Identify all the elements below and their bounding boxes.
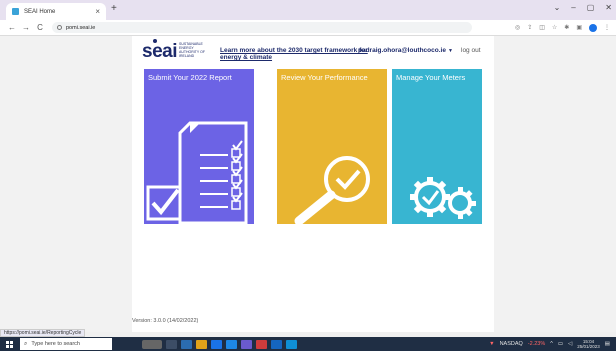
minimize-button[interactable]: – [571,3,575,12]
address-text: pomi.seai.ie [66,24,96,31]
menu-dots-icon[interactable]: ⋮ [604,24,610,31]
app-red-icon[interactable] [256,339,267,349]
back-button[interactable]: ← [6,23,18,32]
page-viewport: seai SUSTAINABLE ENERGY AUTHORITY OF IRE… [0,36,616,332]
logout-link[interactable]: log out [461,47,481,54]
taskbar-weather-widget[interactable] [142,339,162,349]
window-controls: ⌄ – ▢ ✕ [554,3,612,12]
review-performance-label: Review Your Performance [281,73,368,82]
toolbar-icons: ◎ ⇪ ◫ ☆ ✱ ▣ ⋮ [515,23,610,32]
notification-icon[interactable]: ▤ [605,341,610,347]
clock-date: 25/01/2023 [577,344,600,349]
tab-close-icon[interactable]: × [95,7,100,16]
tab-search-icon[interactable]: ⌄ [554,3,561,12]
windows-taskbar: ⌕ Type here to search ▼ NASDAQ -2.23% ^ … [0,337,616,351]
browser-tab[interactable]: SEAI Home × [6,3,106,20]
task-view-icon[interactable] [166,339,177,349]
user-menu[interactable]: padraig.ohora@louthcoco.ie ▼ [358,47,453,54]
learn-more-link[interactable]: Learn more about the 2030 target framewo… [220,47,370,61]
submit-report-tile[interactable]: Submit Your 2022 Report [144,69,254,224]
report-checklist-icon [146,121,248,224]
taskbar-apps [142,339,297,349]
file-explorer-icon[interactable] [181,339,192,349]
status-url-bubble: https://pomi.seai.ie/ReportingCycle [0,329,86,337]
chrome-icon[interactable] [211,339,222,349]
close-window-button[interactable]: ✕ [605,3,612,12]
manage-meters-tile[interactable]: Manage Your Meters [392,69,482,224]
chevron-down-icon: ▼ [447,48,453,54]
taskbar-search[interactable]: ⌕ Type here to search [20,338,112,350]
edge-icon[interactable] [226,339,237,349]
start-button[interactable] [0,337,18,351]
browser-tab-strip: SEAI Home × + ⌄ – ▢ ✕ [0,0,616,20]
stock-trend-icon: ▼ [489,341,495,347]
user-email: padraig.ohora@louthcoco.ie [358,47,446,54]
outlook-icon[interactable] [271,339,282,349]
profile-avatar[interactable] [589,23,597,32]
network-icon[interactable]: ▭ [558,341,563,347]
sidebar-icon[interactable]: ▣ [576,24,582,31]
submit-report-label: Submit Your 2022 Report [148,73,232,82]
logo-wordmark: seai [142,41,177,62]
maximize-button[interactable]: ▢ [587,3,595,12]
magnifier-check-icon [294,156,370,224]
logo-tagline: SUSTAINABLE ENERGY AUTHORITY OF IRELAND [178,42,205,58]
browser-toolbar: ← → C pomi.seai.ie ◎ ⇪ ◫ ☆ ✱ ▣ ⋮ [0,20,616,36]
nasdaq-label[interactable]: NASDAQ [500,341,523,347]
search-icon: ⌕ [24,340,28,347]
system-clock[interactable]: 15:04 25/01/2023 [577,339,600,349]
tray-chevron-icon[interactable]: ^ [550,341,553,347]
windows-logo-icon [5,340,13,348]
app-blue-icon[interactable] [286,339,297,349]
folder-icon[interactable] [196,339,207,349]
page-container: seai SUSTAINABLE ENERGY AUTHORITY OF IRE… [132,36,494,332]
tab-title: SEAI Home [24,8,56,15]
review-performance-tile[interactable]: Review Your Performance [277,69,387,224]
forward-button[interactable]: → [20,23,32,32]
reload-button[interactable]: C [34,23,46,32]
manage-meters-label: Manage Your Meters [396,73,466,82]
extension-icon[interactable]: ◫ [539,24,545,31]
system-tray: ▼ NASDAQ -2.23% ^ ▭ ◁ 15:04 25/01/2023 ▤ [489,339,616,349]
puzzle-extensions-icon[interactable]: ✱ [564,24,569,31]
new-tab-button[interactable]: + [111,4,117,14]
seai-favicon-icon [12,8,19,15]
share-icon[interactable]: ⇪ [527,24,532,31]
logo-dot-icon [153,39,157,43]
seai-logo[interactable]: seai SUSTAINABLE ENERGY AUTHORITY OF IRE… [142,39,209,62]
version-label: Version: 3.0.0 (14/02/2022) [132,318,199,324]
nasdaq-change: -2.23% [527,341,546,347]
taskbar-search-placeholder: Type here to search [31,341,80,347]
gears-check-icon [410,177,476,219]
lock-icon[interactable] [57,25,62,30]
address-bar[interactable]: pomi.seai.ie [52,22,472,33]
google-lens-icon[interactable]: ◎ [515,24,520,31]
teams-icon[interactable] [241,339,252,349]
speaker-icon[interactable]: ◁ [568,341,572,347]
bookmark-star-icon[interactable]: ☆ [552,24,557,31]
